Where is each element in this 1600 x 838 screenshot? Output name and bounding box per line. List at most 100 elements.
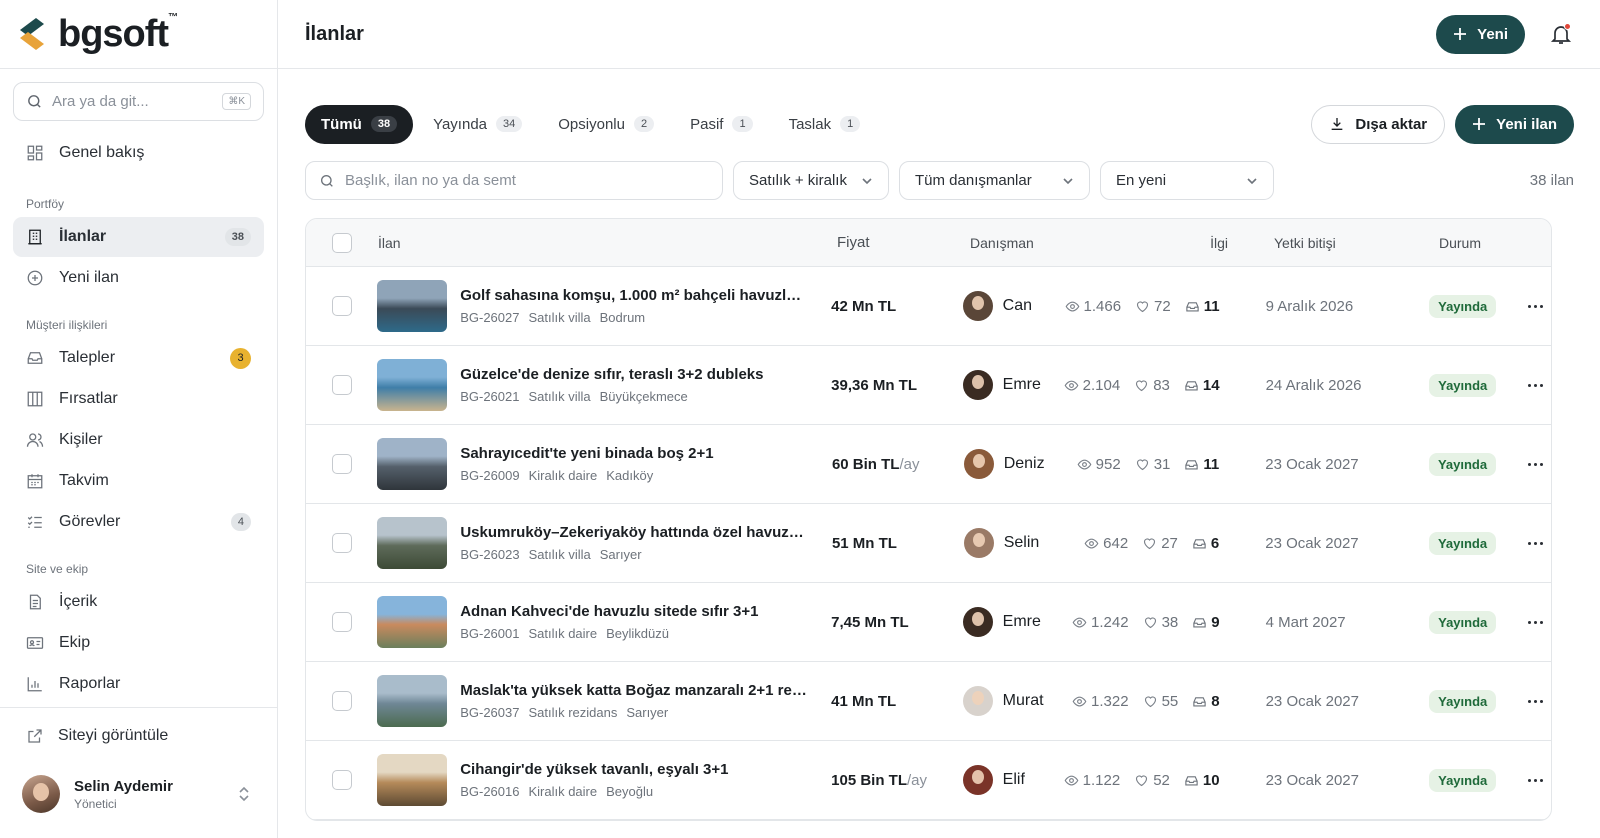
column-header-expiry[interactable]: Yetki bitişi bbox=[1240, 235, 1409, 251]
row-checkbox[interactable] bbox=[331, 375, 352, 395]
listing-agent[interactable]: Emre bbox=[962, 607, 1060, 637]
listing-thumbnail[interactable] bbox=[377, 675, 448, 727]
sidebar-item-reports[interactable]: Raporlar bbox=[13, 664, 264, 704]
tab-published[interactable]: Yayında 34 bbox=[417, 105, 538, 144]
row-checkbox[interactable] bbox=[331, 533, 352, 553]
row-actions-button[interactable] bbox=[1528, 699, 1543, 703]
table-row[interactable]: Güzelce'de denize sıfır, teraslı 3+2 dub… bbox=[306, 346, 1551, 425]
row-actions-button[interactable] bbox=[1528, 383, 1543, 387]
view-site-link[interactable]: Siteyi görüntüle bbox=[0, 708, 277, 764]
listing-agent[interactable]: Selin bbox=[963, 528, 1061, 558]
select-all-checkbox[interactable] bbox=[332, 232, 352, 253]
user-menu[interactable]: Selin Aydemir Yönetici bbox=[0, 764, 277, 824]
sidebar-item-calendar[interactable]: Takvim bbox=[13, 461, 264, 501]
sidebar-item-new-listing[interactable]: Yeni ilan bbox=[13, 258, 264, 298]
tab-draft[interactable]: Taslak 1 bbox=[773, 105, 877, 144]
listing-area: Bodrum bbox=[599, 310, 646, 325]
new-listing-button[interactable]: Yeni ilan bbox=[1455, 104, 1574, 144]
sidebar-item-requests[interactable]: Talepler 3 bbox=[13, 338, 264, 378]
table-row[interactable]: Adnan Kahveci'de havuzlu sitede sıfır 3+… bbox=[306, 583, 1551, 662]
table-row[interactable]: Golf sahasına komşu, 1.000 m² bahçeli ha… bbox=[306, 267, 1551, 346]
id-card-icon bbox=[26, 637, 44, 649]
tab-passive[interactable]: Pasif 1 bbox=[674, 105, 768, 144]
row-checkbox[interactable] bbox=[331, 770, 352, 790]
listing-price: 7,45 Mn TL bbox=[831, 613, 909, 631]
table-row[interactable]: Cihangir'de yüksek tavanlı, eşyalı 3+1 B… bbox=[306, 741, 1551, 820]
agent-avatar bbox=[963, 449, 994, 479]
sidebar-item-overview[interactable]: Genel bakış bbox=[13, 133, 264, 173]
row-actions-button[interactable] bbox=[1528, 620, 1543, 624]
listing-title[interactable]: Cihangir'de yüksek tavanlı, eşyalı 3+1 bbox=[460, 761, 807, 778]
new-button[interactable]: Yeni bbox=[1436, 14, 1525, 54]
avatar bbox=[22, 775, 60, 813]
listing-agent[interactable]: Emre bbox=[962, 370, 1060, 400]
new-button-label: Yeni bbox=[1477, 25, 1508, 43]
heart-icon bbox=[1136, 774, 1148, 786]
likes-stat: 27 bbox=[1142, 535, 1178, 552]
document-icon bbox=[29, 594, 41, 610]
sort-select[interactable]: En yeni bbox=[1100, 161, 1274, 200]
tab-all[interactable]: Tümü 38 bbox=[305, 104, 414, 144]
grid-icon bbox=[27, 145, 43, 161]
column-header-status[interactable]: Durum bbox=[1409, 235, 1539, 251]
row-checkbox[interactable] bbox=[331, 296, 352, 316]
row-actions-button[interactable] bbox=[1528, 778, 1543, 782]
column-header-listing[interactable]: İlan bbox=[378, 235, 837, 251]
sidebar-item-team[interactable]: Ekip bbox=[13, 623, 264, 663]
sidebar-item-content[interactable]: İçerik bbox=[13, 582, 264, 622]
notifications-button[interactable] bbox=[1549, 22, 1573, 46]
row-actions-button[interactable] bbox=[1528, 541, 1543, 545]
agent-name: Deniz bbox=[1003, 455, 1045, 472]
listing-thumbnail[interactable] bbox=[377, 280, 448, 332]
status-badge: Yayında bbox=[1428, 452, 1497, 476]
sidebar-item-people[interactable]: Kişiler bbox=[13, 420, 264, 460]
sidebar-item-opportunities[interactable]: Fırsatlar bbox=[13, 379, 264, 419]
listing-thumbnail[interactable] bbox=[377, 596, 448, 648]
listing-thumbnail[interactable] bbox=[377, 754, 448, 806]
sidebar-item-label: Yeni ilan bbox=[59, 269, 119, 286]
inbox-icon bbox=[1193, 617, 1206, 627]
listing-title[interactable]: Uskumruköy–Zekeriyaköy hattında özel hav… bbox=[460, 524, 807, 541]
column-header-interest[interactable]: İlgi bbox=[1068, 235, 1240, 251]
agent-filter-select[interactable]: Tüm danışmanlar bbox=[899, 161, 1090, 200]
tab-optioned[interactable]: Opsiyonlu 2 bbox=[542, 105, 670, 144]
status-badge: Yayında bbox=[1429, 768, 1497, 792]
user-name: Selin Aydemir bbox=[74, 777, 173, 795]
agent-avatar bbox=[962, 607, 993, 637]
listing-title[interactable]: Sahrayıcedit'te yeni binada boş 2+1 bbox=[460, 445, 807, 462]
listing-agent[interactable]: Murat bbox=[962, 686, 1060, 716]
listing-title[interactable]: Adnan Kahveci'de havuzlu sitede sıfır 3+… bbox=[460, 603, 807, 620]
row-actions-button[interactable] bbox=[1528, 304, 1543, 308]
type-filter-select[interactable]: Satılık + kiralık bbox=[733, 161, 889, 200]
listing-title[interactable]: Golf sahasına komşu, 1.000 m² bahçeli ha… bbox=[460, 287, 807, 304]
listing-thumbnail[interactable] bbox=[377, 359, 448, 411]
brand-logo[interactable]: bgsoft™ bbox=[0, 0, 277, 69]
heart-icon bbox=[1136, 379, 1148, 391]
listing-agent[interactable]: Can bbox=[962, 291, 1060, 321]
listing-title[interactable]: Güzelce'de denize sıfır, teraslı 3+2 dub… bbox=[460, 366, 807, 383]
row-checkbox[interactable] bbox=[331, 612, 352, 632]
table-row[interactable]: Sahrayıcedit'te yeni binada boş 2+1 BG-2… bbox=[306, 425, 1551, 504]
listing-agent[interactable]: Deniz bbox=[963, 449, 1061, 479]
row-checkbox[interactable] bbox=[331, 691, 352, 711]
row-checkbox[interactable] bbox=[331, 454, 352, 474]
views-stat: 1.122 bbox=[1064, 772, 1120, 789]
views-stat: 952 bbox=[1077, 456, 1121, 473]
column-header-price[interactable]: Fiyat bbox=[837, 234, 970, 251]
agent-name: Selin bbox=[1003, 534, 1040, 551]
listing-search-input[interactable]: Başlık, ilan no ya da semt bbox=[305, 161, 723, 200]
table-row[interactable]: Uskumruköy–Zekeriyaköy hattında özel hav… bbox=[306, 504, 1551, 583]
listing-thumbnail[interactable] bbox=[377, 438, 448, 490]
listing-thumbnail[interactable] bbox=[377, 517, 448, 569]
sidebar-item-tasks[interactable]: Görevler 4 bbox=[13, 502, 264, 542]
listing-agent[interactable]: Elif bbox=[962, 765, 1060, 795]
global-search[interactable]: Ara ya da git... ⌘K bbox=[13, 82, 264, 121]
export-button[interactable]: Dışa aktar bbox=[1311, 104, 1446, 144]
table-row[interactable]: Maslak'ta yüksek katta Boğaz manzaralı 2… bbox=[306, 662, 1551, 741]
agent-avatar bbox=[962, 765, 993, 795]
sidebar-item-listings[interactable]: İlanlar 38 bbox=[13, 217, 264, 257]
inbox-icon bbox=[1186, 301, 1199, 311]
column-header-agent[interactable]: Danışman bbox=[970, 235, 1068, 251]
row-actions-button[interactable] bbox=[1528, 462, 1543, 466]
listing-title[interactable]: Maslak'ta yüksek katta Boğaz manzaralı 2… bbox=[460, 682, 807, 699]
